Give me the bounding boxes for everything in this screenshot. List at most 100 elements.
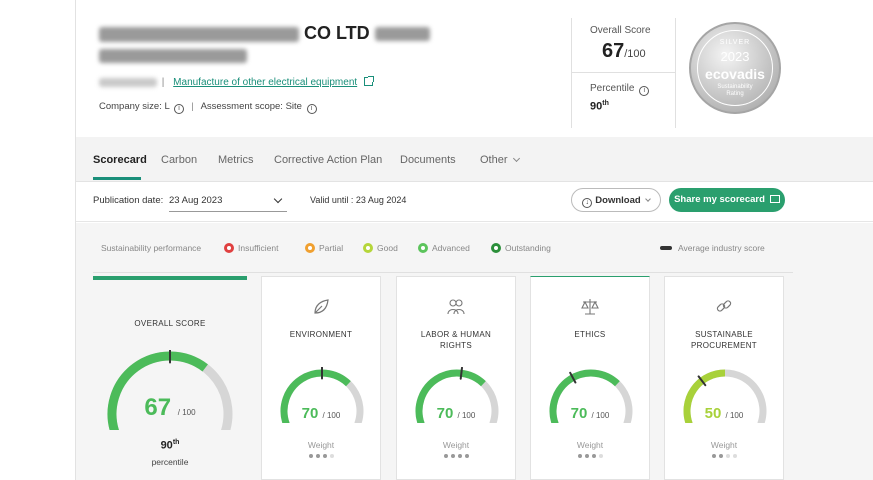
industry-row: | Manufacture of other electrical equipm… (99, 76, 374, 88)
redacted-text (99, 26, 299, 42)
theme-card-sustainable-procurement[interactable]: SUSTAINABLE PROCUREMENT 50 / 100 Weight (664, 276, 784, 480)
weight-indicator (531, 454, 649, 458)
valid-until: Valid until : 23 Aug 2024 (310, 195, 407, 205)
assessment-scope: Assessment scope: Site (200, 101, 302, 112)
weight-dot (464, 454, 469, 458)
weight-dot (577, 454, 582, 458)
scorecard-content: Sustainability performance Insufficient … (76, 223, 873, 480)
publication-date-select[interactable]: 23 Aug 2023 (169, 190, 287, 212)
weight-dot (584, 454, 589, 458)
weight-label: Weight (576, 440, 604, 450)
company-name-line2 (99, 47, 247, 65)
company-size: Company size: L (99, 101, 170, 112)
theme-score-number: 70 (301, 405, 319, 422)
weight-dot (322, 454, 327, 458)
company-meta: Company size: L i | Assessment scope: Si… (99, 101, 317, 114)
card-title: ETHICS (574, 330, 606, 339)
company-name: CO LTD (99, 23, 430, 44)
chevron-down-icon (273, 194, 283, 204)
people-icon (447, 299, 465, 315)
tab-bar: Scorecard Carbon Metrics Corrective Acti… (76, 137, 873, 182)
weight-indicator (397, 454, 515, 458)
weight-dot (718, 454, 723, 458)
weight-dot (732, 454, 737, 458)
ecovadis-silver-medal: SILVER 2023 ecovadis Sustainability Ratin… (689, 22, 781, 114)
weight-label: Weight (710, 440, 738, 450)
scales-icon (581, 299, 599, 315)
tab-other[interactable]: Other (480, 154, 520, 166)
legend-item-good: Good (363, 243, 398, 253)
tab-corrective-action-plan[interactable]: Corrective Action Plan (274, 154, 382, 166)
external-link-icon[interactable] (363, 76, 374, 86)
active-tab-indicator (93, 177, 141, 180)
weight-label: Weight (442, 440, 470, 450)
weight-dot (725, 454, 730, 458)
theme-card-ethics[interactable]: ETHICS 70 / 100 Weight (530, 276, 650, 480)
percentile-value: 90th (590, 100, 609, 113)
average-industry-marker (459, 367, 463, 380)
scorecard-toolbar: Publication date: 23 Aug 2023 Valid unti… (76, 182, 873, 222)
theme-score-number: 70 (436, 405, 454, 422)
info-icon[interactable]: i (639, 86, 650, 96)
legend-dot (305, 243, 315, 253)
theme-card-environment[interactable]: ENVIRONMENT 70 / 100 Weight (261, 276, 381, 480)
overall-score-card[interactable]: OVERALL SCORE 67 / 100 90th percentile (93, 280, 247, 480)
legend-dot (363, 243, 373, 253)
weight-indicator (665, 454, 783, 458)
redacted-text (99, 77, 157, 87)
download-button[interactable]: ↓ Download (571, 188, 661, 212)
overall-score-label: Overall Score (590, 25, 651, 36)
average-marker-icon (660, 246, 672, 250)
chevron-down-icon (512, 154, 520, 163)
app-window: CO LTD | Manufacture of other electrical… (75, 0, 873, 480)
weight-dot (450, 454, 455, 458)
percentile-label: Percentile i (590, 83, 650, 96)
weight-dot (591, 454, 596, 458)
weight-dot (457, 454, 462, 458)
weight-dot (315, 454, 320, 458)
card-title: SUSTAINABLE PROCUREMENT (691, 330, 757, 350)
chevron-down-icon (644, 196, 651, 202)
legend-item-partial: Partial (305, 243, 343, 253)
weight-label: Weight (307, 440, 335, 450)
tab-scorecard[interactable]: Scorecard (93, 154, 147, 166)
score-summary: Overall Score 67/100 Percentile i 90th (571, 18, 676, 128)
link-icon (716, 300, 732, 312)
weight-dot (308, 454, 313, 458)
industry-link[interactable]: Manufacture of other electrical equipmen… (173, 77, 357, 88)
leaf-icon (314, 299, 329, 314)
share-icon (769, 195, 780, 203)
performance-legend: Sustainability performance Insufficient … (93, 223, 793, 273)
overall-score-value: 67/100 (602, 40, 646, 62)
info-icon[interactable]: i (306, 104, 317, 114)
tab-metrics[interactable]: Metrics (218, 154, 253, 166)
card-title: ENVIRONMENT (289, 330, 353, 339)
card-title: OVERALL SCORE (134, 319, 206, 328)
theme-score-number: 70 (570, 405, 588, 422)
legend-dot (224, 243, 234, 253)
overall-score-number: 67 (144, 394, 172, 421)
legend-item-insufficient: Insufficient (224, 243, 278, 253)
weight-dot (598, 454, 603, 458)
legend-average-industry: Average industry score (660, 243, 765, 253)
tab-carbon[interactable]: Carbon (161, 154, 197, 166)
legend-dot (491, 243, 501, 253)
redacted-text (374, 27, 430, 42)
legend-dot (418, 243, 428, 253)
weight-dot (443, 454, 448, 458)
redacted-text (99, 48, 247, 63)
download-icon: ↓ (582, 198, 593, 208)
theme-score-number: 50 (704, 405, 722, 422)
tab-documents[interactable]: Documents (400, 154, 456, 166)
weight-dot (329, 454, 334, 458)
weight-dot (711, 454, 716, 458)
info-icon[interactable]: i (174, 104, 185, 114)
theme-card-labor-human-rights[interactable]: LABOR & HUMAN RIGHTS 70 / 100 Weight (396, 276, 516, 480)
weight-indicator (262, 454, 380, 458)
legend-item-advanced: Advanced (418, 243, 470, 253)
legend-title: Sustainability performance (101, 243, 202, 253)
publication-date-label: Publication date: (93, 195, 164, 206)
share-scorecard-button[interactable]: Share my scorecard (669, 188, 785, 212)
card-title: LABOR & HUMAN RIGHTS (420, 330, 492, 350)
overall-percentile: 90th (160, 439, 180, 452)
